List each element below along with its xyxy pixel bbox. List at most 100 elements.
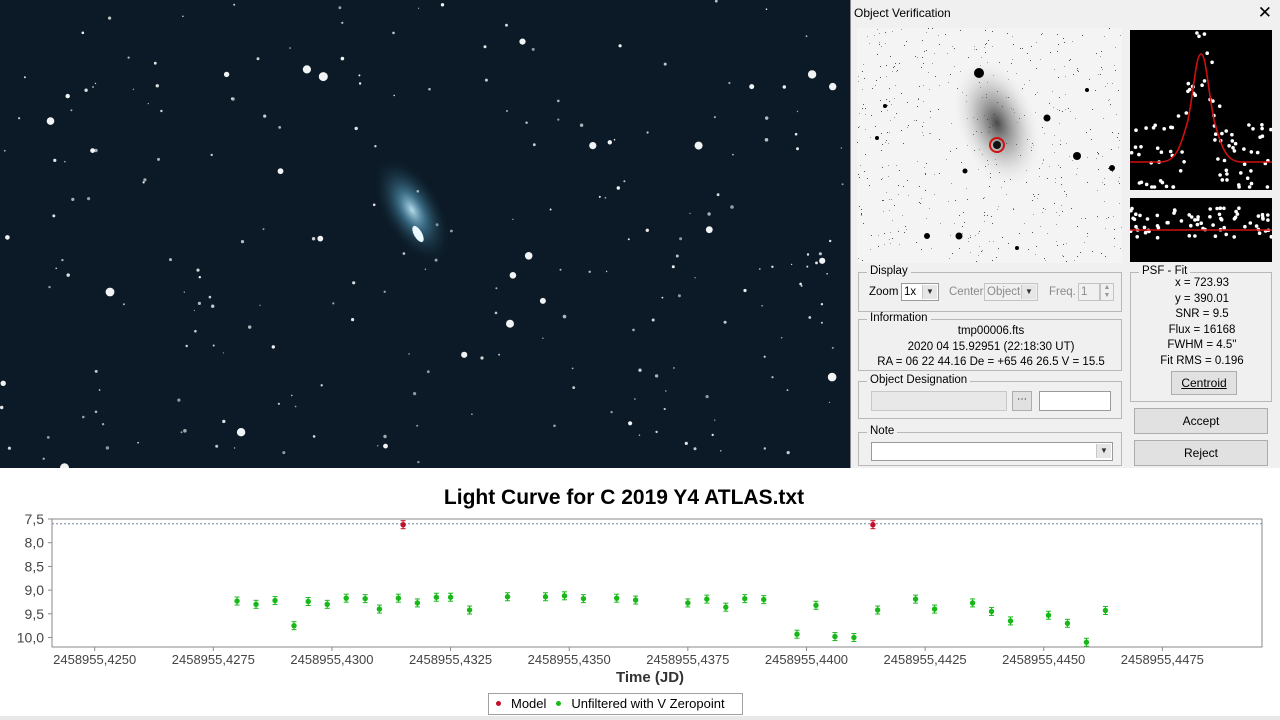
freq-input[interactable]: 1 [1078,283,1100,301]
residual-point [1165,220,1169,225]
residual-point [1196,215,1200,219]
noise-pixel [923,85,924,86]
psf-fit-group: PSF - Fit x = 723.93 y = 390.01 SNR = 9.… [1130,265,1272,402]
star [7,446,11,450]
noise-pixel [948,82,949,83]
noise-pixel [997,209,998,210]
star [665,390,667,392]
centroid-button[interactable]: Centroid [1171,371,1237,395]
zoom-label: Zoom [869,286,899,298]
point-marker [305,598,311,605]
x-tick-label: 2458955,4375 [646,652,729,667]
noise-pixel [1096,158,1097,159]
psf-point [1202,79,1207,83]
noise-pixel [981,251,982,252]
noise-pixel [931,248,932,249]
accept-button-label: Accept [1182,414,1220,428]
point-marker [580,595,587,602]
noise-pixel [1101,67,1102,68]
noise-pixel [1092,109,1093,110]
designation-input[interactable] [871,391,1007,411]
noise-pixel [916,120,917,121]
noise-pixel [1052,144,1053,145]
star [48,285,51,289]
noise-pixel [1112,83,1113,84]
noise-pixel [954,66,955,67]
point-marker [761,596,767,603]
noise-pixel [885,142,886,143]
psf-point [1237,185,1241,189]
freq-spinner[interactable]: ▲ ▼ [1100,283,1114,301]
noise-pixel [919,86,920,87]
noise-pixel [887,110,888,111]
noise-pixel [1006,194,1007,195]
noise-pixel [865,108,866,109]
star [393,94,396,97]
noise-pixel [1036,68,1037,69]
noise-pixel [901,130,902,131]
noise-pixel [1065,109,1066,110]
noise-pixel [1013,209,1014,210]
noise-pixel [1089,79,1090,80]
chart-legend: Model Unfiltered with V Zeropoint [488,693,743,715]
object-cutout-image[interactable] [857,28,1122,263]
star [613,138,616,141]
star [498,353,500,356]
psf-point [1217,104,1222,108]
information-group: Information tmp00006.fts 2020 04 15.9295… [858,312,1122,371]
chevron-down-icon: ▼ [1096,444,1111,458]
noise-pixel [968,238,969,239]
star [634,398,636,400]
star [616,186,620,190]
noise-pixel [1044,258,1045,259]
noise-pixel [1066,194,1067,195]
noise-pixel [1087,236,1088,237]
accept-button[interactable]: Accept [1134,408,1268,434]
point-marker [1064,620,1071,626]
noise-pixel [1119,177,1120,178]
close-icon[interactable]: ✕ [1258,3,1272,23]
point-marker [1045,612,1052,618]
noise-pixel [1054,203,1055,204]
noise-pixel [962,233,963,234]
psf-point [1224,168,1229,173]
star [46,436,50,439]
star [826,273,828,275]
noise-pixel [1081,218,1082,219]
x-tick-label: 2458955,4350 [528,652,611,667]
noise-pixel [882,200,883,201]
noise-pixel [892,238,893,239]
star [90,148,95,154]
center-select[interactable]: Object ▼ [984,283,1038,301]
psf-point [1153,123,1157,128]
star [3,149,6,152]
star [562,314,567,319]
noise-pixel [899,63,900,64]
noise-pixel [1108,217,1109,218]
legend-item: Model [496,696,546,711]
designation-extra-input[interactable] [1039,391,1111,411]
noise-pixel [984,47,985,48]
reject-button[interactable]: Reject [1134,440,1268,466]
note-select[interactable]: ▼ [871,442,1113,461]
noise-pixel [880,66,881,67]
psf-fit-rms-value: Fit RMS = 0.196 [1160,354,1244,367]
star [531,47,535,51]
zoom-select[interactable]: 1x ▼ [901,283,939,301]
noise-pixel [1113,216,1114,217]
star [509,272,517,279]
noise-pixel [871,235,872,236]
point-marker [1007,618,1014,624]
psf-point [1164,184,1169,189]
noise-pixel [875,85,876,86]
noise-pixel [1102,69,1103,70]
noise-pixel [1066,243,1067,244]
noise-pixel [892,31,893,32]
psf-point [1144,182,1149,187]
noise-pixel [1052,91,1053,92]
browse-button[interactable]: ⋯ [1012,391,1032,411]
noise-pixel [926,32,927,33]
noise-pixel [1118,147,1119,148]
noise-pixel [890,232,891,233]
noise-pixel [883,200,884,201]
